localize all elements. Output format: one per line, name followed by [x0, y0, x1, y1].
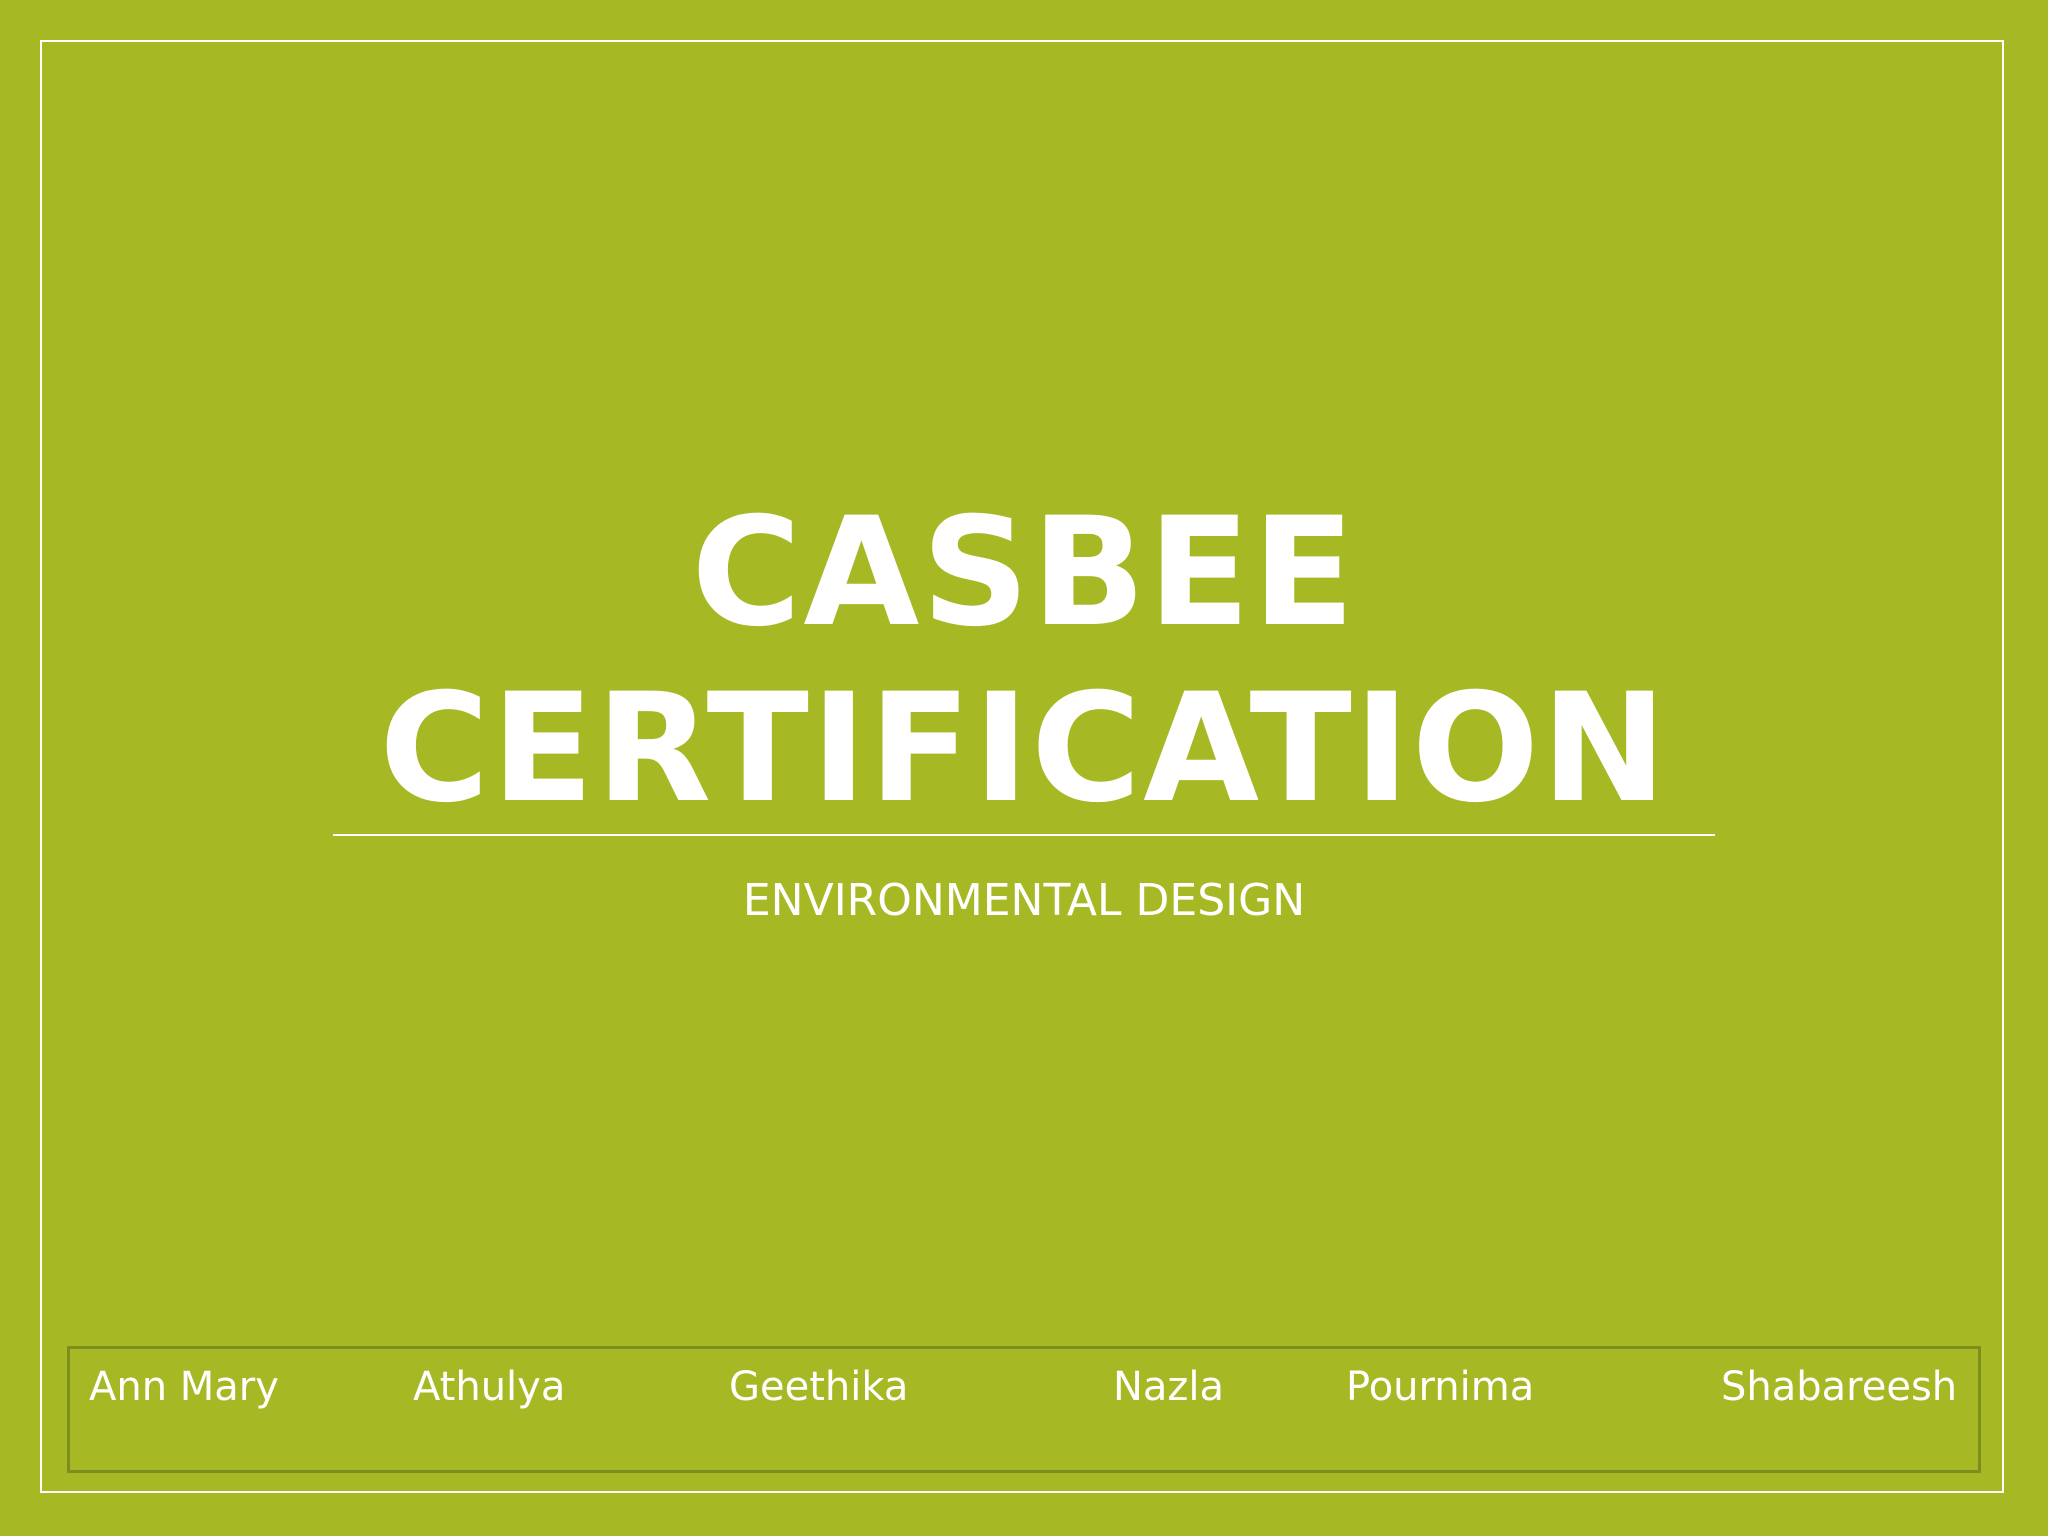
name-pournima: Pournima: [1346, 1364, 1535, 1410]
names-box: [67, 1346, 1981, 1473]
slide-title: CASBEE CERTIFICATION: [0, 485, 2048, 837]
name-nazla: Nazla: [1113, 1364, 1225, 1410]
name-ann-mary: Ann Mary: [89, 1364, 279, 1410]
name-shabareesh: Shabareesh: [1721, 1364, 1958, 1410]
name-geethika: Geethika: [729, 1364, 909, 1410]
title-line-1: CASBEE: [691, 486, 1357, 660]
title-divider: [333, 834, 1715, 836]
slide-subtitle: ENVIRONMENTAL DESIGN: [742, 875, 1306, 926]
title-line-2: CERTIFICATION: [379, 662, 1669, 836]
name-athulya: Athulya: [413, 1364, 566, 1410]
slide: CASBEE CERTIFICATION ENVIRONMENTAL DESIG…: [0, 0, 2048, 1536]
